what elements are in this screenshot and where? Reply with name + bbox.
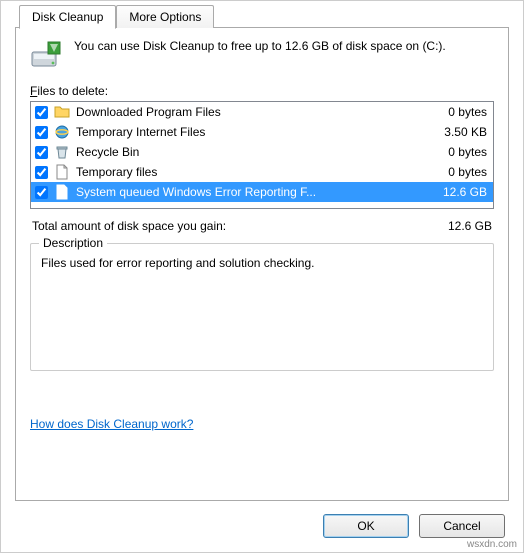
total-value: 12.6 GB — [448, 219, 492, 233]
tab-more-options[interactable]: More Options — [116, 5, 214, 28]
description-legend: Description — [39, 236, 107, 250]
list-item[interactable]: System queued Windows Error Reporting F.… — [31, 182, 493, 202]
files-listbox[interactable]: Downloaded Program Files0 bytesTemporary… — [30, 101, 494, 209]
disk-cleanup-dialog: Disk Cleanup More Options You can use Di… — [0, 0, 524, 553]
help-link[interactable]: How does Disk Cleanup work? — [30, 417, 193, 431]
list-item-size: 12.6 GB — [427, 185, 487, 199]
recycle-icon — [54, 144, 70, 160]
list-item[interactable]: Temporary files 0 bytes — [31, 162, 493, 182]
list-item-size: 3.50 KB — [427, 125, 487, 139]
folder-icon — [54, 104, 70, 120]
list-item-size: 0 bytes — [427, 165, 487, 179]
list-item-name: Recycle Bin — [76, 145, 421, 159]
list-item-name: Temporary files — [76, 165, 421, 179]
list-item-name: Temporary Internet Files — [76, 125, 421, 139]
tab-panel: You can use Disk Cleanup to free up to 1… — [15, 27, 509, 501]
files-to-delete-label: Files to delete: — [30, 84, 494, 98]
list-item-name: System queued Windows Error Reporting F.… — [76, 185, 421, 199]
list-item-checkbox[interactable] — [35, 146, 48, 159]
tab-disk-cleanup[interactable]: Disk Cleanup — [19, 5, 116, 29]
tab-bar: Disk Cleanup More Options — [1, 1, 523, 28]
list-item-checkbox[interactable] — [35, 186, 48, 199]
list-item-checkbox[interactable] — [35, 126, 48, 139]
file-icon — [54, 164, 70, 180]
file-icon — [54, 184, 70, 200]
credit-text: wsxdn.com — [467, 539, 517, 550]
description-group: Description Files used for error reporti… — [30, 243, 494, 371]
list-item[interactable]: Recycle Bin 0 bytes — [31, 142, 493, 162]
list-item[interactable]: Temporary Internet Files 3.50 KB — [31, 122, 493, 142]
list-item-checkbox[interactable] — [35, 166, 48, 179]
list-item-size: 0 bytes — [427, 105, 487, 119]
total-row: Total amount of disk space you gain: 12.… — [32, 219, 492, 233]
cancel-button[interactable]: Cancel — [419, 514, 505, 538]
list-item[interactable]: Downloaded Program Files 0 bytes — [31, 102, 493, 122]
list-item-checkbox[interactable] — [35, 106, 48, 119]
disk-cleanup-icon — [30, 38, 62, 70]
list-item-name: Downloaded Program Files — [76, 105, 421, 119]
ok-button[interactable]: OK — [323, 514, 409, 538]
total-label: Total amount of disk space you gain: — [32, 219, 448, 233]
list-item-size: 0 bytes — [427, 145, 487, 159]
ie-icon — [54, 124, 70, 140]
button-bar: OK Cancel — [323, 514, 505, 538]
description-body: Files used for error reporting and solut… — [41, 256, 483, 270]
intro-text: You can use Disk Cleanup to free up to 1… — [74, 38, 446, 70]
intro-row: You can use Disk Cleanup to free up to 1… — [30, 38, 494, 70]
